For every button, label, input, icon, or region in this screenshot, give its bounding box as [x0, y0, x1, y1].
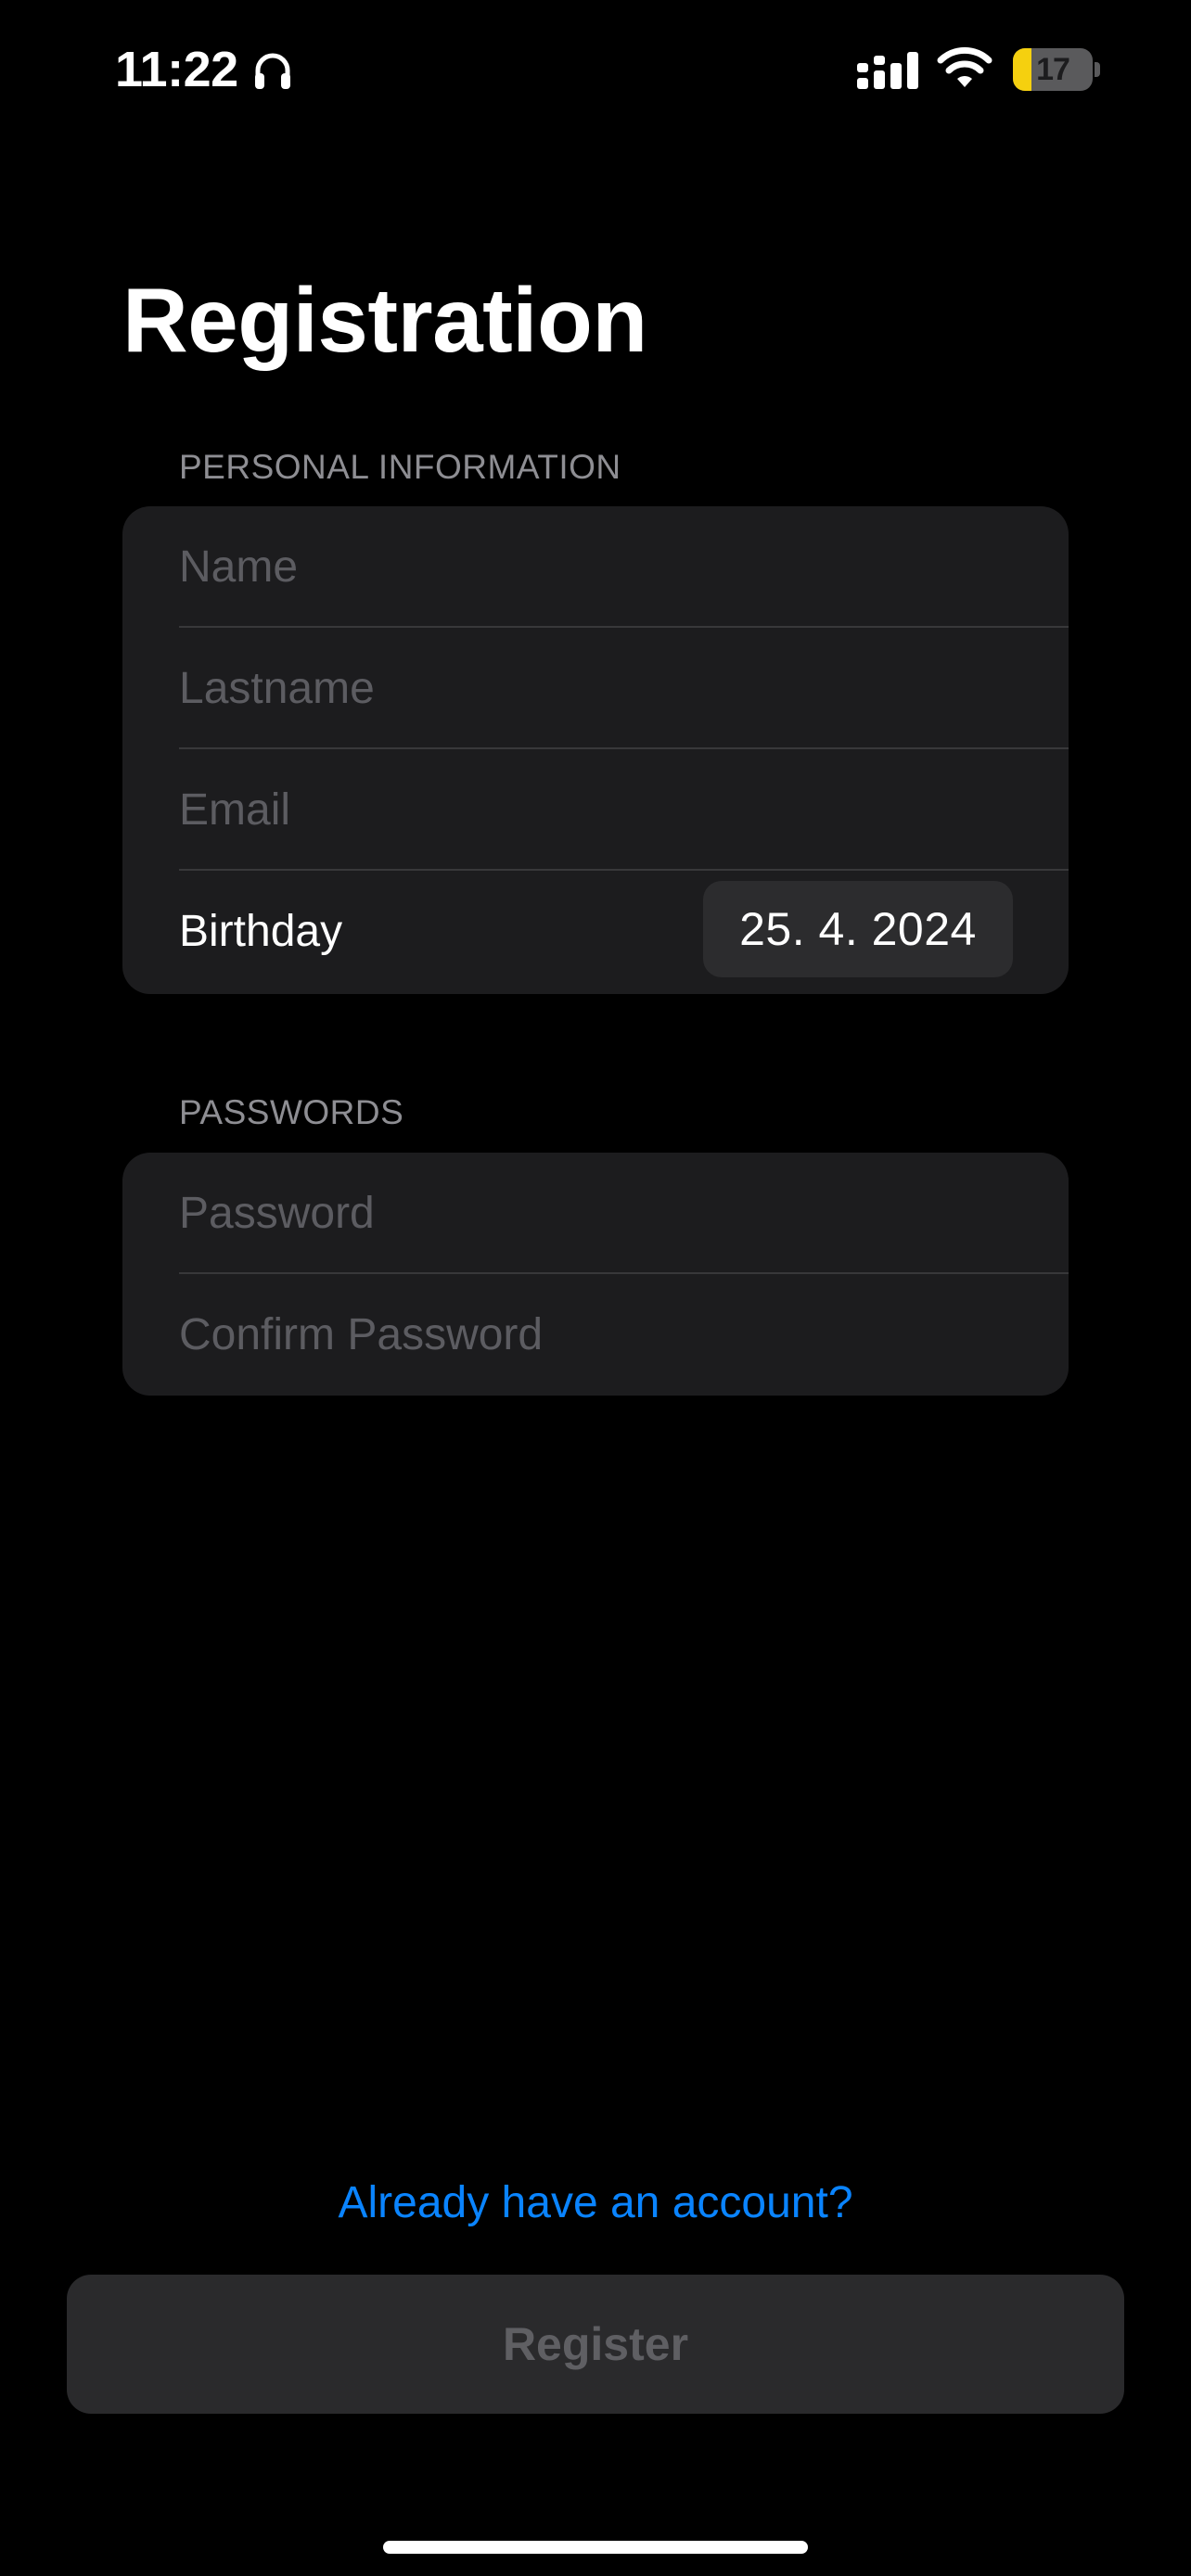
email-field[interactable]	[179, 749, 1032, 871]
battery-level-text: 17	[1036, 52, 1070, 87]
status-bar: 11:22 17	[0, 0, 1191, 139]
wifi-icon	[937, 46, 992, 87]
cellular-signal-icon	[857, 52, 918, 89]
battery-body: 17	[1013, 48, 1093, 91]
email-row	[122, 749, 1069, 871]
birthday-row: Birthday 25. 4. 2024	[122, 871, 1069, 994]
password-row	[122, 1153, 1069, 1274]
birthday-date-picker[interactable]: 25. 4. 2024	[703, 881, 1013, 977]
birthday-label: Birthday	[179, 907, 343, 956]
name-row	[122, 506, 1069, 628]
passwords-card	[122, 1153, 1069, 1396]
section-header-personal-information: PERSONAL INFORMATION	[179, 448, 621, 486]
personal-information-card: Birthday 25. 4. 2024	[122, 506, 1069, 994]
password-field[interactable]	[179, 1153, 1032, 1274]
confirm-password-row	[122, 1274, 1069, 1396]
already-have-account-link[interactable]: Already have an account?	[0, 2175, 1191, 2231]
confirm-password-field[interactable]	[179, 1274, 1032, 1396]
headphones-icon	[255, 53, 290, 89]
register-button[interactable]: Register	[67, 2275, 1124, 2414]
home-indicator[interactable]	[383, 2541, 808, 2554]
section-header-passwords: PASSWORDS	[179, 1093, 404, 1131]
page-title: Registration	[122, 269, 647, 371]
lastname-field[interactable]	[179, 628, 1032, 749]
lastname-row	[122, 628, 1069, 749]
battery-charging-icon: 17	[1013, 48, 1100, 91]
status-time: 11:22	[115, 42, 238, 97]
battery-cap	[1095, 62, 1100, 77]
name-field[interactable]	[179, 506, 1032, 628]
